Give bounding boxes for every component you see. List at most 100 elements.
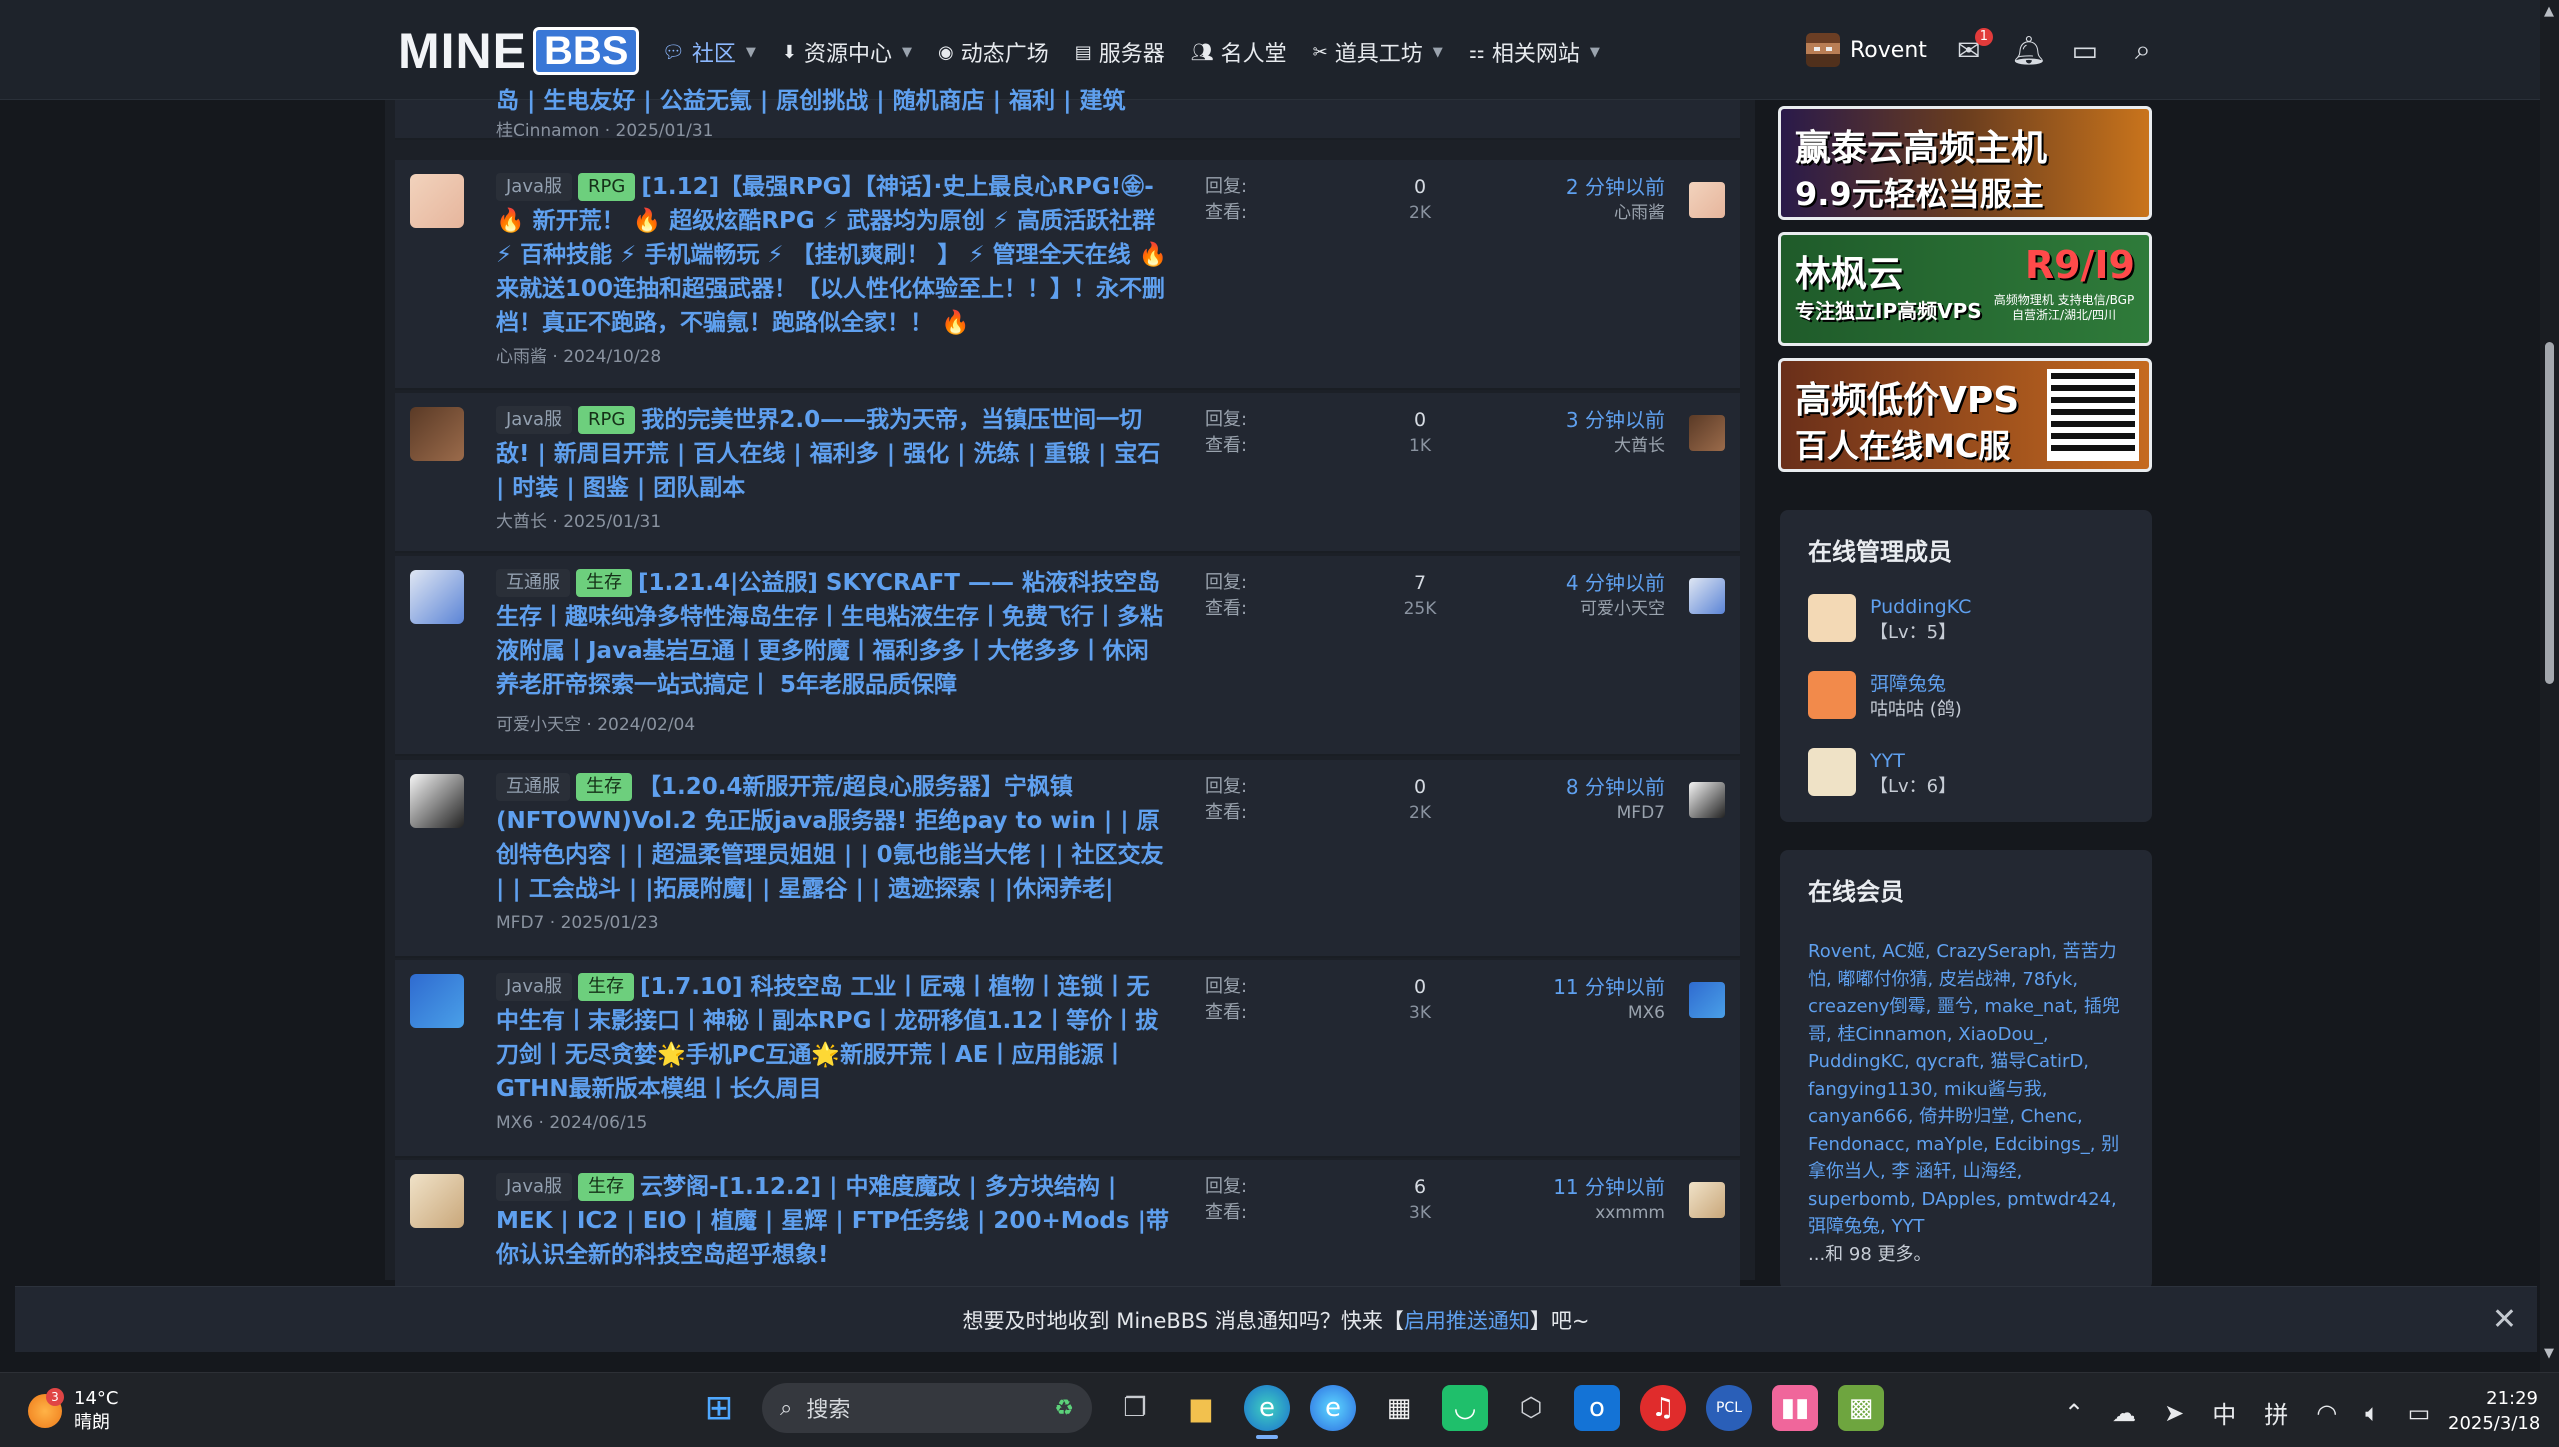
last-poster-avatar[interactable] [1689, 182, 1725, 218]
sidebar-ad-banner[interactable]: 林枫云 专注独立IP高频VPS R9/I9 高频物理机 支持电信/BGP 自营浙江/湖… [1778, 232, 2152, 346]
last-poster[interactable]: 可爱小天空 [1566, 596, 1665, 622]
thread-tag[interactable]: 生存 [578, 973, 635, 1001]
last-post-time[interactable]: 2 分钟以前 [1566, 174, 1665, 200]
author-avatar[interactable] [410, 570, 464, 624]
thread-row-partial[interactable]: 岛 | 生电友好 | 公益无氪 | 原创挑战 | 随机商店 | 福利 | 建筑 … [395, 88, 1740, 141]
thread-title[interactable]: 互通服 生存 [1.21.4|公益服] SKYCRAFT —— 粘液科技空岛生存丨趣… [496, 566, 1170, 702]
edge-ai-icon[interactable]: e [1310, 1385, 1356, 1431]
thread-tag[interactable]: Java服 [496, 173, 573, 201]
thread-tag[interactable]: RPG [578, 173, 636, 201]
thread-tag[interactable]: 互通服 [496, 569, 570, 597]
thread-tag[interactable]: Java服 [496, 973, 573, 1001]
author-avatar[interactable] [410, 174, 464, 228]
nav-item[interactable]: ✂ 道具工坊 ▼ [1313, 36, 1443, 68]
thread-title[interactable]: 岛 | 生电友好 | 公益无氪 | 原创挑战 | 随机商店 | 福利 | 建筑 [496, 84, 1170, 118]
staff-member[interactable]: 弭障兔兔 咕咕咕 (鸽) [1808, 671, 1962, 723]
pcl-launcher-icon[interactable]: PCL [1706, 1385, 1752, 1431]
last-post-time[interactable]: 11 分钟以前 [1553, 1174, 1665, 1200]
last-poster[interactable]: 大酋长 [1566, 433, 1665, 459]
nav-item[interactable]: 👥︎ 名人堂 [1191, 36, 1287, 68]
last-poster-avatar[interactable] [1689, 982, 1725, 1018]
thread-tag[interactable]: 互通服 [496, 773, 570, 801]
page-scrollbar[interactable]: ▲ ▼ [2540, 0, 2559, 1372]
weather-widget[interactable]: 3 14°C 晴朗 [28, 1387, 118, 1435]
chevron-down-icon[interactable]: ▼ [1433, 45, 1443, 60]
thread-title[interactable]: Java服 RPG [1.12]【最强RPG】【神话】·史上最良心RPG!㊎- 🔥 … [496, 170, 1170, 340]
chevron-up-icon[interactable]: ⌃ [2064, 1399, 2084, 1427]
taskbar-search[interactable]: ⌕ 搜索 ♻ [762, 1383, 1092, 1433]
scroll-thumb[interactable] [2545, 342, 2554, 684]
last-post-time[interactable]: 4 分钟以前 [1566, 570, 1665, 596]
music-app-icon[interactable]: ▮▮ [1772, 1385, 1818, 1431]
nav-item[interactable]: ⚏ 相关网站 ▼ [1469, 36, 1600, 68]
avatar[interactable] [1808, 594, 1856, 642]
chevron-down-icon[interactable]: ▼ [746, 45, 756, 60]
avatar[interactable] [1808, 748, 1856, 796]
cube-app-icon[interactable]: ⬡ [1508, 1385, 1554, 1431]
send-icon[interactable]: ➤ [2164, 1399, 2184, 1427]
author-avatar[interactable] [410, 407, 464, 461]
wifi-icon[interactable]: ◠ [2316, 1399, 2337, 1427]
system-clock[interactable]: 21:29 2025/3/18 [2448, 1386, 2540, 1436]
last-post-time[interactable]: 11 分钟以前 [1553, 974, 1665, 1000]
last-poster[interactable]: MFD7 [1566, 800, 1665, 826]
nav-item[interactable]: 💬︎ 社区 ▼ [662, 36, 756, 68]
last-post-time[interactable]: 3 分钟以前 [1566, 407, 1665, 433]
volume-icon[interactable]: 🔈︎ [2365, 1399, 2379, 1427]
thread-row[interactable]: Java服 RPG [1.12]【最强RPG】【神话】·史上最良心RPG!㊎- 🔥 … [395, 160, 1740, 390]
site-logo[interactable]: MINE BBS [398, 23, 640, 79]
last-poster[interactable]: 心雨酱 [1566, 200, 1665, 226]
last-post-time[interactable]: 8 分钟以前 [1566, 774, 1665, 800]
store-icon[interactable]: ▦ [1376, 1385, 1422, 1431]
chevron-down-icon[interactable]: ▼ [1590, 45, 1600, 60]
bell-icon[interactable]: 🔔︎ [2011, 34, 2047, 67]
netease-music-icon[interactable]: ♫ [1640, 1385, 1686, 1431]
thread-tag[interactable]: RPG [578, 406, 636, 434]
task-view-icon[interactable]: ❐ [1112, 1385, 1158, 1431]
sidebar-ad-banner[interactable]: 赢泰云高频主机 9.9元轻松当服主 [1778, 106, 2152, 220]
nav-item[interactable]: ◉ 动态广场 [938, 36, 1049, 68]
ime-chinese[interactable]: 中 [2212, 1395, 2236, 1430]
wechat-store-icon[interactable]: ◡ [1442, 1385, 1488, 1431]
inbox-icon[interactable]: ✉ 1 [1953, 27, 1993, 67]
author-avatar[interactable] [410, 974, 464, 1028]
windows-start-icon[interactable]: ⊞ [696, 1385, 742, 1431]
thread-tag[interactable]: 生存 [576, 569, 632, 597]
thread-row[interactable]: Java服 生存 [1.7.10] 科技空岛 工业丨匠魂丨植物丨连锁丨无中生有丨末影… [395, 960, 1740, 1158]
search-icon[interactable]: ⌕ [2127, 33, 2159, 67]
minecraft-icon[interactable]: ▩ [1838, 1385, 1884, 1431]
last-poster[interactable]: MX6 [1553, 1000, 1665, 1026]
thread-row[interactable]: 互通服 生存 [1.21.4|公益服] SKYCRAFT —— 粘液科技空岛生存丨趣… [395, 556, 1740, 756]
chevron-down-icon[interactable]: ▼ [902, 45, 912, 60]
cloud-icon[interactable]: ☁ [2112, 1399, 2136, 1427]
last-poster-avatar[interactable] [1689, 415, 1725, 451]
nav-item[interactable]: ⬇ 资源中心 ▼ [782, 36, 912, 68]
avatar[interactable] [1808, 671, 1856, 719]
last-poster-avatar[interactable] [1689, 782, 1725, 818]
sidebar-ad-banner[interactable]: 高频低价VPS 百人在线MC服 [1778, 358, 2152, 472]
close-icon[interactable]: ✕ [2492, 1302, 2517, 1337]
thread-row[interactable]: Java服 生存 云梦阁-[1.12.2] | 中难度魔改 | 多方块结构 | ME… [395, 1160, 1740, 1290]
thread-title[interactable]: 互通服 生存 【1.20.4新服开荒/超良心服务器】宁枫镇(NFTOWN)Vol.2… [496, 770, 1170, 906]
nav-item[interactable]: ▤ 服务器 [1075, 36, 1165, 68]
author-avatar[interactable] [410, 1174, 464, 1228]
wallet-icon[interactable]: ▭ [2069, 34, 2101, 67]
last-poster-avatar[interactable] [1689, 578, 1725, 614]
thread-row[interactable]: Java服 RPG 我的完美世界2.0——我为天帝，当镇压世间一切敌! | 新周目开… [395, 393, 1740, 553]
last-poster-avatar[interactable] [1689, 1182, 1725, 1218]
author-avatar[interactable] [410, 774, 464, 828]
thread-title[interactable]: Java服 RPG 我的完美世界2.0——我为天帝，当镇压世间一切敌! | 新周目开… [496, 403, 1170, 505]
staff-member[interactable]: PuddingKC 【Lv：5】 [1808, 594, 1971, 646]
outlook-icon[interactable]: o [1574, 1385, 1620, 1431]
thread-title[interactable]: Java服 生存 云梦阁-[1.12.2] | 中难度魔改 | 多方块结构 | ME… [496, 1170, 1170, 1272]
battery-icon[interactable]: ▭ [2408, 1399, 2431, 1427]
thread-tag[interactable]: Java服 [496, 1173, 573, 1201]
thread-row[interactable]: 互通服 生存 【1.20.4新服开荒/超良心服务器】宁枫镇(NFTOWN)Vol.2… [395, 760, 1740, 958]
thread-tag[interactable]: 生存 [578, 1173, 635, 1201]
thread-tag[interactable]: 生存 [576, 773, 632, 801]
thread-title[interactable]: Java服 生存 [1.7.10] 科技空岛 工业丨匠魂丨植物丨连锁丨无中生有丨末影… [496, 970, 1170, 1106]
staff-member[interactable]: YYT 【Lv：6】 [1808, 748, 1956, 800]
ime-pinyin[interactable]: 拼 [2264, 1395, 2288, 1430]
file-explorer-icon[interactable]: ▆ [1178, 1385, 1224, 1431]
thread-tag[interactable]: Java服 [496, 406, 573, 434]
